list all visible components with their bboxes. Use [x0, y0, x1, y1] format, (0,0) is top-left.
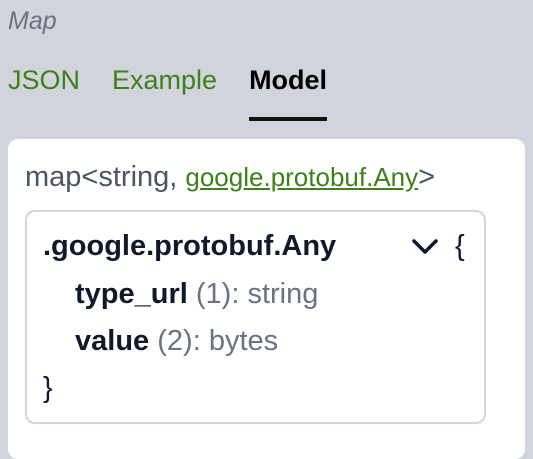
chevron-down-icon[interactable]	[410, 236, 440, 258]
model-card: map<string, google.protobuf.Any> .google…	[8, 139, 525, 459]
tab-model[interactable]: Model	[249, 62, 328, 121]
section-label: Map	[8, 7, 57, 35]
message-name: .google.protobuf.Any	[43, 230, 337, 262]
field-colon: :	[192, 325, 201, 357]
field-number: (2)	[157, 325, 193, 357]
tab-bar: JSON Example Model	[8, 62, 359, 121]
open-brace: {	[455, 230, 465, 262]
field-number: (1)	[195, 278, 232, 310]
map-type-prefix: map<string,	[25, 161, 186, 193]
value-type-link[interactable]: google.protobuf.Any	[185, 162, 418, 192]
field-row: type_url (1): string	[75, 276, 318, 312]
field-type: string	[247, 278, 319, 310]
tab-example[interactable]: Example	[112, 62, 217, 120]
field-row: value (2): bytes	[75, 323, 278, 359]
message-model-box: .google.protobuf.Any { type_url (1): str…	[25, 210, 486, 424]
close-brace: }	[43, 372, 53, 404]
field-type: bytes	[208, 325, 279, 357]
map-type-suffix: >	[418, 161, 436, 193]
field-colon: :	[231, 278, 240, 310]
field-name: value	[75, 325, 150, 357]
tab-json[interactable]: JSON	[8, 62, 80, 120]
field-name: type_url	[75, 278, 188, 310]
map-type-signature: map<string, google.protobuf.Any>	[25, 159, 435, 195]
